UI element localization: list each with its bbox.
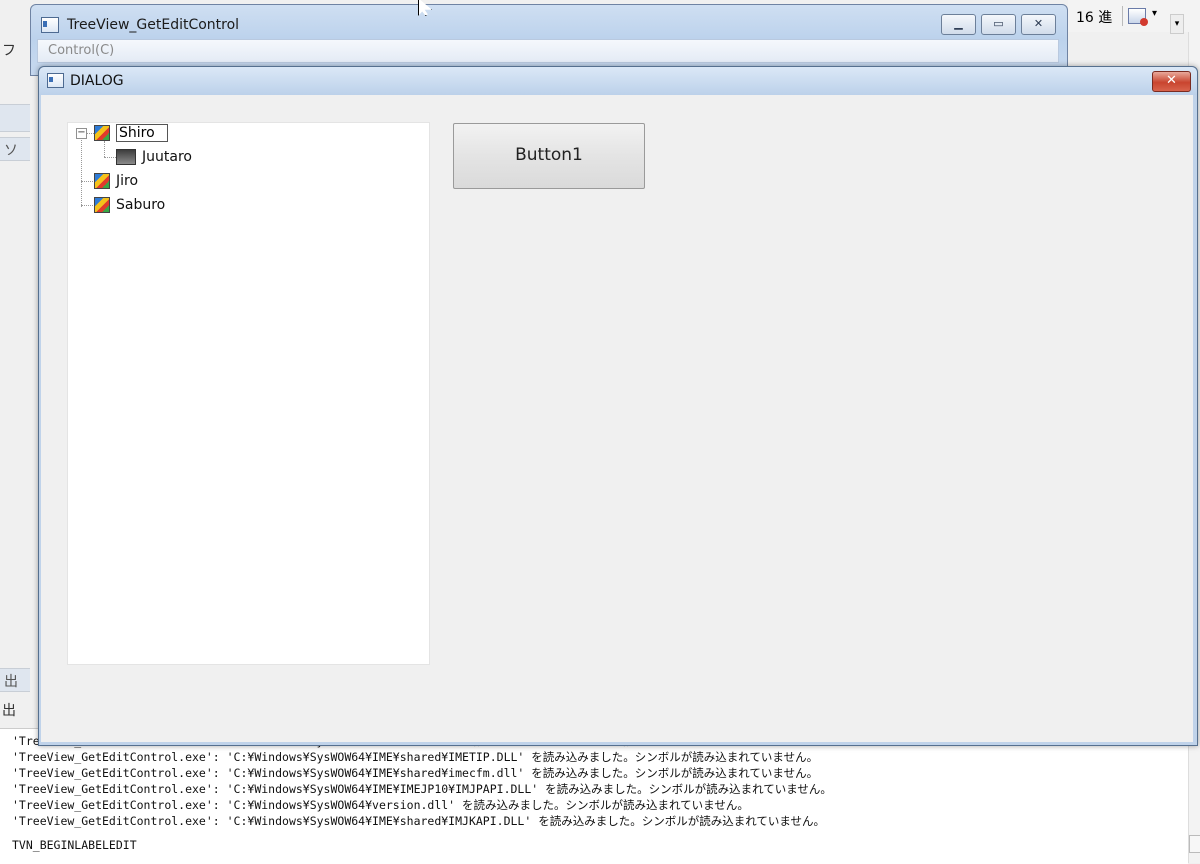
minimize-button[interactable]: ▁ [941,14,976,35]
tree-item-label: Saburo [116,197,166,213]
dialog-title: DIALOG [70,73,124,89]
ide-tab-fragment: ソ [0,137,30,161]
breakpoint-window-icon[interactable] [1128,8,1148,26]
dialog-close-button[interactable]: ✕ [1152,71,1191,92]
output-line: 'TreeView_GetEditControl.exe': 'C:¥Windo… [12,766,819,780]
tree-line [81,133,82,207]
main-window-title: TreeView_GetEditControl [67,17,240,33]
hex-toggle-label[interactable]: 16 進 [1076,7,1112,27]
ide-output-header: 出 [0,668,30,692]
tree-line [104,157,116,158]
output-line: 'TreeView_GetEditControl.exe': 'C:¥Windo… [12,782,832,796]
tree-line [81,181,93,182]
tree-item-jiro[interactable]: Jiro [94,172,138,190]
ide-fragment: 出 [4,674,18,690]
tree-item-shiro[interactable]: Shiro [94,124,168,142]
app-icon [41,17,59,33]
restore-button[interactable]: ▭ [981,14,1016,35]
ide-fragment: フ [2,43,16,59]
tree-item-saburo[interactable]: Saburo [94,196,165,214]
dialog-client-area: − Shiro Juutaro Jiro Saburo Button1 [41,95,1193,742]
toolbar-separator [1122,6,1123,26]
pencil-icon [94,197,110,213]
menu-control[interactable]: Control(C) [48,43,114,58]
ide-toolbar-fragment [0,104,30,132]
tree-line [86,133,94,134]
dialog-icon [47,73,64,88]
ide-fragment: ソ [4,143,18,159]
close-button[interactable]: ✕ [1021,14,1056,35]
tree-item-label: Jiro [116,173,139,189]
ide-fragment: 出 [2,703,16,719]
collapse-icon[interactable]: − [76,128,87,139]
scrollbar-button[interactable] [1189,835,1200,853]
tree-label-edit-field[interactable]: Shiro [116,124,168,142]
menu-bar: Control(C) [37,39,1059,63]
output-window: 'TreeView_GetEditControl.exe': 'C:¥Windo… [0,728,1188,864]
output-line: TVN_BEGINLABELEDIT [12,838,137,852]
dialog-window: DIALOG ✕ − Shiro Juutaro Jiro Saburo But… [38,66,1198,746]
output-line: 'TreeView_GetEditControl.exe': 'C:¥Windo… [12,798,749,812]
output-line: 'TreeView_GetEditControl.exe': 'C:¥Windo… [12,750,819,764]
pencil-icon [94,125,110,141]
button1[interactable]: Button1 [453,123,645,189]
chevron-down-icon[interactable]: ▾ [1152,8,1157,19]
tree-item-juutaro[interactable]: Juutaro [116,148,192,166]
board-icon [116,149,136,165]
tree-item-label: Juutaro [142,149,192,165]
toolbar-overflow-icon[interactable]: ▾ [1170,14,1184,34]
pencil-icon [94,173,110,189]
dialog-titlebar[interactable]: DIALOG ✕ [39,67,1197,95]
tree-view[interactable]: − Shiro Juutaro Jiro Saburo [67,122,430,665]
output-line: 'TreeView_GetEditControl.exe': 'C:¥Windo… [12,814,825,828]
tree-line [104,141,105,157]
tree-line [81,205,93,206]
